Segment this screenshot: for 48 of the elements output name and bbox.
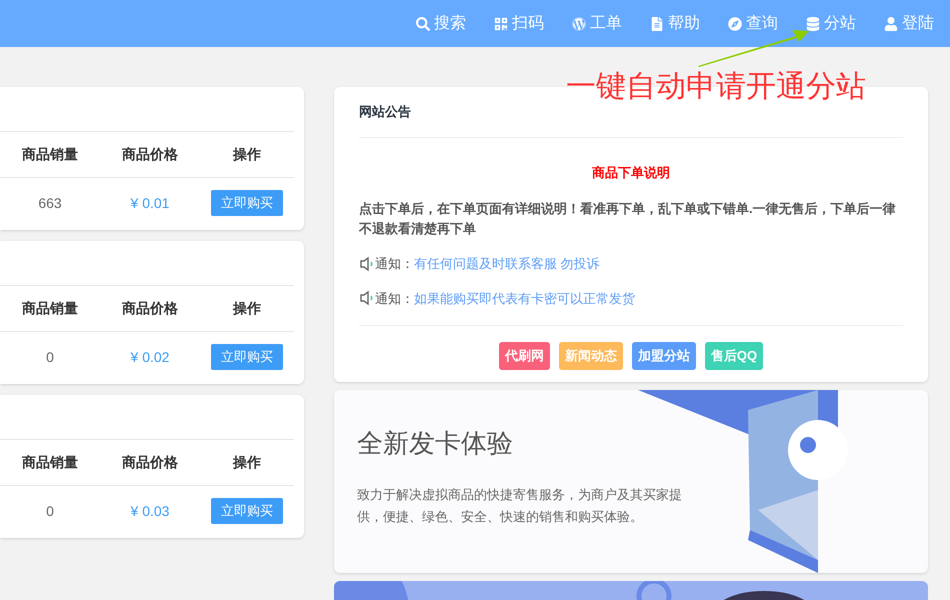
link-button[interactable]: 售后QQ	[704, 342, 764, 370]
buy-now-button[interactable]: 立即购买	[211, 498, 283, 524]
banner-title: 全新发卡体验	[357, 427, 514, 460]
wordpress-icon	[572, 16, 586, 30]
column-header: 操作	[232, 453, 262, 472]
sales-cell-text: 663	[37, 194, 63, 212]
nav-link[interactable]: 帮助	[650, 12, 700, 36]
database-icon	[806, 16, 820, 30]
notice-label: 通知：	[375, 290, 414, 308]
nav-link[interactable]: 工单	[572, 12, 622, 36]
link-button[interactable]: 加盟分站	[632, 342, 696, 370]
nav-link[interactable]: 扫码	[494, 12, 544, 36]
buy-now-button[interactable]: 立即购买	[211, 190, 283, 216]
column-header: 商品价格	[121, 299, 179, 318]
sales-cell-text: 0	[45, 502, 55, 520]
column-header: 商品销量	[21, 145, 79, 164]
notice-link[interactable]: 有任何问题及时联系客服 勿投诉	[414, 254, 600, 274]
nav-link[interactable]: 分站	[806, 12, 856, 36]
buy-now-button[interactable]: 立即购买	[211, 344, 283, 370]
column-header: 商品价格	[121, 453, 179, 472]
column-header: 商品销量	[21, 453, 79, 472]
notice-title: 网站公告	[359, 103, 411, 122]
link-button[interactable]: 新闻动态	[558, 342, 623, 370]
column-header: 操作	[232, 299, 262, 318]
speaker-icon	[359, 290, 375, 306]
notice-link[interactable]: 如果能购买即代表有卡密可以正常发货	[414, 288, 635, 308]
notice-label: 通知：	[375, 255, 414, 273]
price-cell-text: ¥ 0.03	[130, 502, 170, 520]
compass-icon	[728, 16, 742, 30]
search-icon	[416, 16, 430, 30]
annotation-text: 一键自动申请开通分站	[566, 69, 866, 105]
column-header: 商品价格	[121, 145, 179, 164]
nav-link[interactable]: 查询	[728, 12, 778, 36]
notice-body: 点击下单后，在下单页面有详细说明！看准再下单，乱下单或下错单.一律无售后，下单后一律不退款看清楚再下单	[359, 200, 897, 238]
column-header: 操作	[232, 145, 262, 164]
nav-link[interactable]: 登陆	[884, 12, 934, 36]
document-icon	[650, 16, 664, 30]
banner-text: 致力于解决虚拟商品的快捷寄售服务，为商户及其买家提供，便捷、绿色、安全、快速的销售和购买体验。	[357, 486, 683, 526]
user-icon	[884, 16, 898, 30]
link-button[interactable]: 代刷网	[498, 342, 550, 370]
column-header: 商品销量	[21, 299, 79, 318]
price-cell-text: ¥ 0.02	[130, 348, 170, 366]
notice-heading: 商品下单说明	[592, 165, 670, 180]
nav-link[interactable]: 搜索	[416, 12, 466, 36]
qr-code-icon	[494, 16, 508, 30]
sales-cell-text: 0	[45, 348, 55, 366]
price-cell-text: ¥ 0.01	[130, 194, 170, 212]
speaker-icon	[359, 256, 375, 272]
